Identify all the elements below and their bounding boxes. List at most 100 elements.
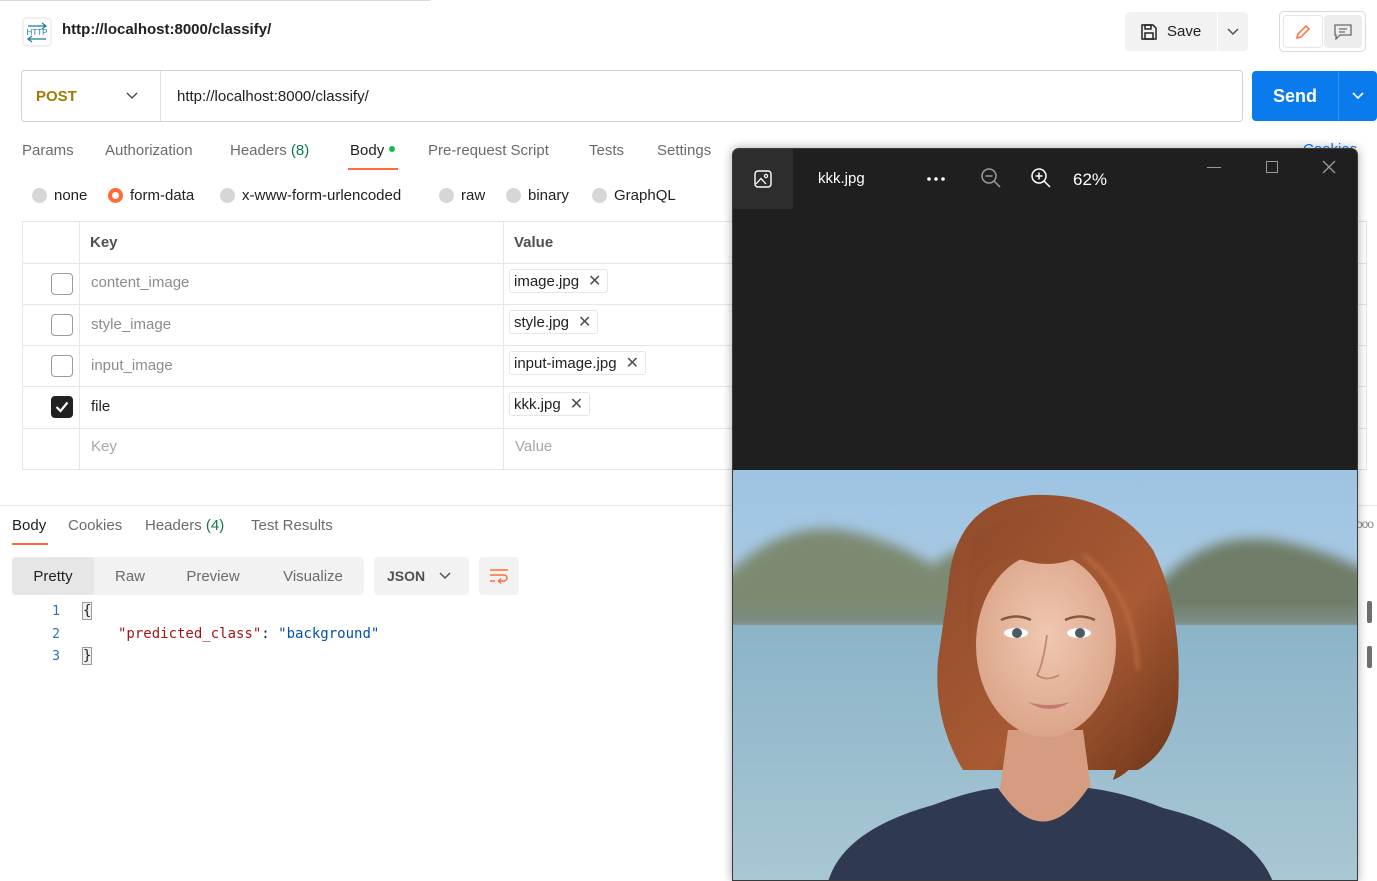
tab-settings[interactable]: Settings xyxy=(657,142,711,159)
value-column-header: Value xyxy=(514,234,554,251)
body-type-urlencoded-label: x-www-form-urlencoded xyxy=(242,187,402,204)
language-select[interactable]: JSON xyxy=(374,557,469,595)
photo-illustration xyxy=(733,470,1357,880)
close-icon[interactable] xyxy=(1321,159,1337,175)
zoom-out-icon[interactable] xyxy=(980,167,1002,189)
language-label: JSON xyxy=(387,568,426,584)
tab-authorization[interactable]: Authorization xyxy=(105,142,193,159)
body-type-raw-label: raw xyxy=(461,187,486,204)
close-icon[interactable]: ✕ xyxy=(588,271,601,291)
wrap-lines-icon xyxy=(490,569,508,584)
method-select[interactable]: POST xyxy=(36,88,77,105)
file-chip-name: input-image.jpg xyxy=(514,354,617,372)
file-chip[interactable]: style.jpg ✕ xyxy=(509,310,599,334)
row-key[interactable]: input_image xyxy=(91,357,173,374)
tab-body[interactable]: Body xyxy=(350,142,396,159)
http-icon: HTTP xyxy=(22,17,52,47)
top-divider xyxy=(0,0,430,1)
body-type-binary[interactable]: binary xyxy=(506,187,569,204)
close-icon[interactable]: ✕ xyxy=(578,312,591,332)
maximize-icon[interactable] xyxy=(1266,161,1278,173)
save-options-button[interactable] xyxy=(1217,12,1248,51)
key-column-header: Key xyxy=(90,234,118,251)
save-button[interactable]: Save xyxy=(1125,12,1217,51)
row-key[interactable]: file xyxy=(91,398,110,415)
row-checkbox[interactable] xyxy=(51,273,73,295)
chevron-down-icon[interactable] xyxy=(125,88,139,102)
close-icon[interactable]: ✕ xyxy=(570,394,583,414)
check-icon xyxy=(55,401,69,413)
response-tab-headers-count: (4) xyxy=(205,517,225,534)
body-type-form-data[interactable]: form-data xyxy=(108,187,194,204)
body-type-urlencoded[interactable]: x-www-form-urlencoded xyxy=(220,187,401,204)
body-type-none-label: none xyxy=(54,187,88,204)
close-icon[interactable]: ✕ xyxy=(626,353,639,373)
radio-graphql[interactable] xyxy=(592,188,607,203)
tab-body-label: Body xyxy=(350,142,385,159)
response-tab-headers[interactable]: Headers (4) xyxy=(145,517,224,534)
more-icon[interactable] xyxy=(925,168,947,190)
file-chip[interactable]: image.jpg ✕ xyxy=(509,269,609,293)
url-input[interactable]: http://localhost:8000/classify/ xyxy=(177,88,369,105)
format-toggle: Pretty Raw Preview Visualize xyxy=(12,557,364,595)
send-button[interactable]: Send xyxy=(1252,71,1338,121)
row-key[interactable]: content_image xyxy=(91,274,189,291)
radio-binary[interactable] xyxy=(506,188,521,203)
response-tab-test-results[interactable]: Test Results xyxy=(251,517,333,534)
tab-headers[interactable]: Headers (8) xyxy=(230,142,309,159)
chevron-down-icon xyxy=(1227,27,1239,35)
scrollbar-thumb[interactable] xyxy=(1367,646,1372,668)
file-chip-name: style.jpg xyxy=(514,313,570,331)
response-active-tab-indicator xyxy=(12,543,48,545)
scrollbar-thumb[interactable] xyxy=(1367,601,1372,623)
viewer-title: kkk.jpg xyxy=(818,170,865,187)
tab-tests[interactable]: Tests xyxy=(589,142,624,159)
photo-image xyxy=(733,470,1357,880)
body-type-none[interactable]: none xyxy=(32,187,87,204)
row-checkbox[interactable] xyxy=(51,314,73,336)
new-key-input[interactable]: Key xyxy=(91,438,117,455)
save-label: Save xyxy=(1167,23,1202,40)
url-bar: POST http://localhost:8000/classify/ xyxy=(21,70,1243,122)
radio-form-data[interactable] xyxy=(108,188,123,203)
file-chip[interactable]: kkk.jpg ✕ xyxy=(509,392,591,416)
format-pretty[interactable]: Pretty xyxy=(12,557,94,595)
send-options-button[interactable] xyxy=(1338,71,1377,121)
format-raw[interactable]: Raw xyxy=(98,557,162,595)
body-type-binary-label: binary xyxy=(528,187,569,204)
minimize-icon[interactable] xyxy=(1207,167,1221,168)
request-title[interactable]: http://localhost:8000/classify/ xyxy=(62,21,271,38)
body-indicator-dot xyxy=(389,146,396,153)
edit-mode-button[interactable] xyxy=(1283,15,1323,48)
zoom-level: 62% xyxy=(1073,170,1108,189)
wrap-lines-button[interactable] xyxy=(479,557,519,595)
file-chip[interactable]: input-image.jpg ✕ xyxy=(509,351,646,375)
save-icon xyxy=(1141,23,1157,40)
radio-raw[interactable] xyxy=(439,188,454,203)
tab-headers-count: (8) xyxy=(290,142,310,159)
row-key[interactable]: style_image xyxy=(91,316,171,333)
mode-toggle xyxy=(1279,11,1366,52)
body-type-graphql[interactable]: GraphQL xyxy=(592,187,676,204)
tab-prerequest-script[interactable]: Pre-request Script xyxy=(428,142,549,159)
radio-urlencoded[interactable] xyxy=(220,188,235,203)
gallery-button[interactable] xyxy=(733,149,793,209)
body-type-raw[interactable]: raw xyxy=(439,187,485,204)
zoom-in-icon[interactable] xyxy=(1030,167,1052,189)
response-tab-body[interactable]: Body xyxy=(12,517,46,534)
tab-params[interactable]: Params xyxy=(22,142,74,159)
more-icon[interactable]: ooo xyxy=(1356,517,1374,531)
body-type-form-data-label: form-data xyxy=(130,187,195,204)
row-checkbox[interactable] xyxy=(51,355,73,377)
format-preview[interactable]: Preview xyxy=(168,557,258,595)
radio-none[interactable] xyxy=(32,188,47,203)
line-number: 1 xyxy=(52,604,60,619)
new-value-input[interactable]: Value xyxy=(515,438,552,455)
comment-mode-button[interactable] xyxy=(1324,15,1362,48)
format-visualize[interactable]: Visualize xyxy=(264,557,362,595)
line-number: 3 xyxy=(52,649,60,664)
photo-viewer-window: kkk.jpg 62% xyxy=(732,148,1358,881)
response-tab-cookies[interactable]: Cookies xyxy=(68,517,122,534)
row-checkbox-checked[interactable] xyxy=(51,396,73,418)
json-key: "predicted_class" xyxy=(118,626,262,642)
